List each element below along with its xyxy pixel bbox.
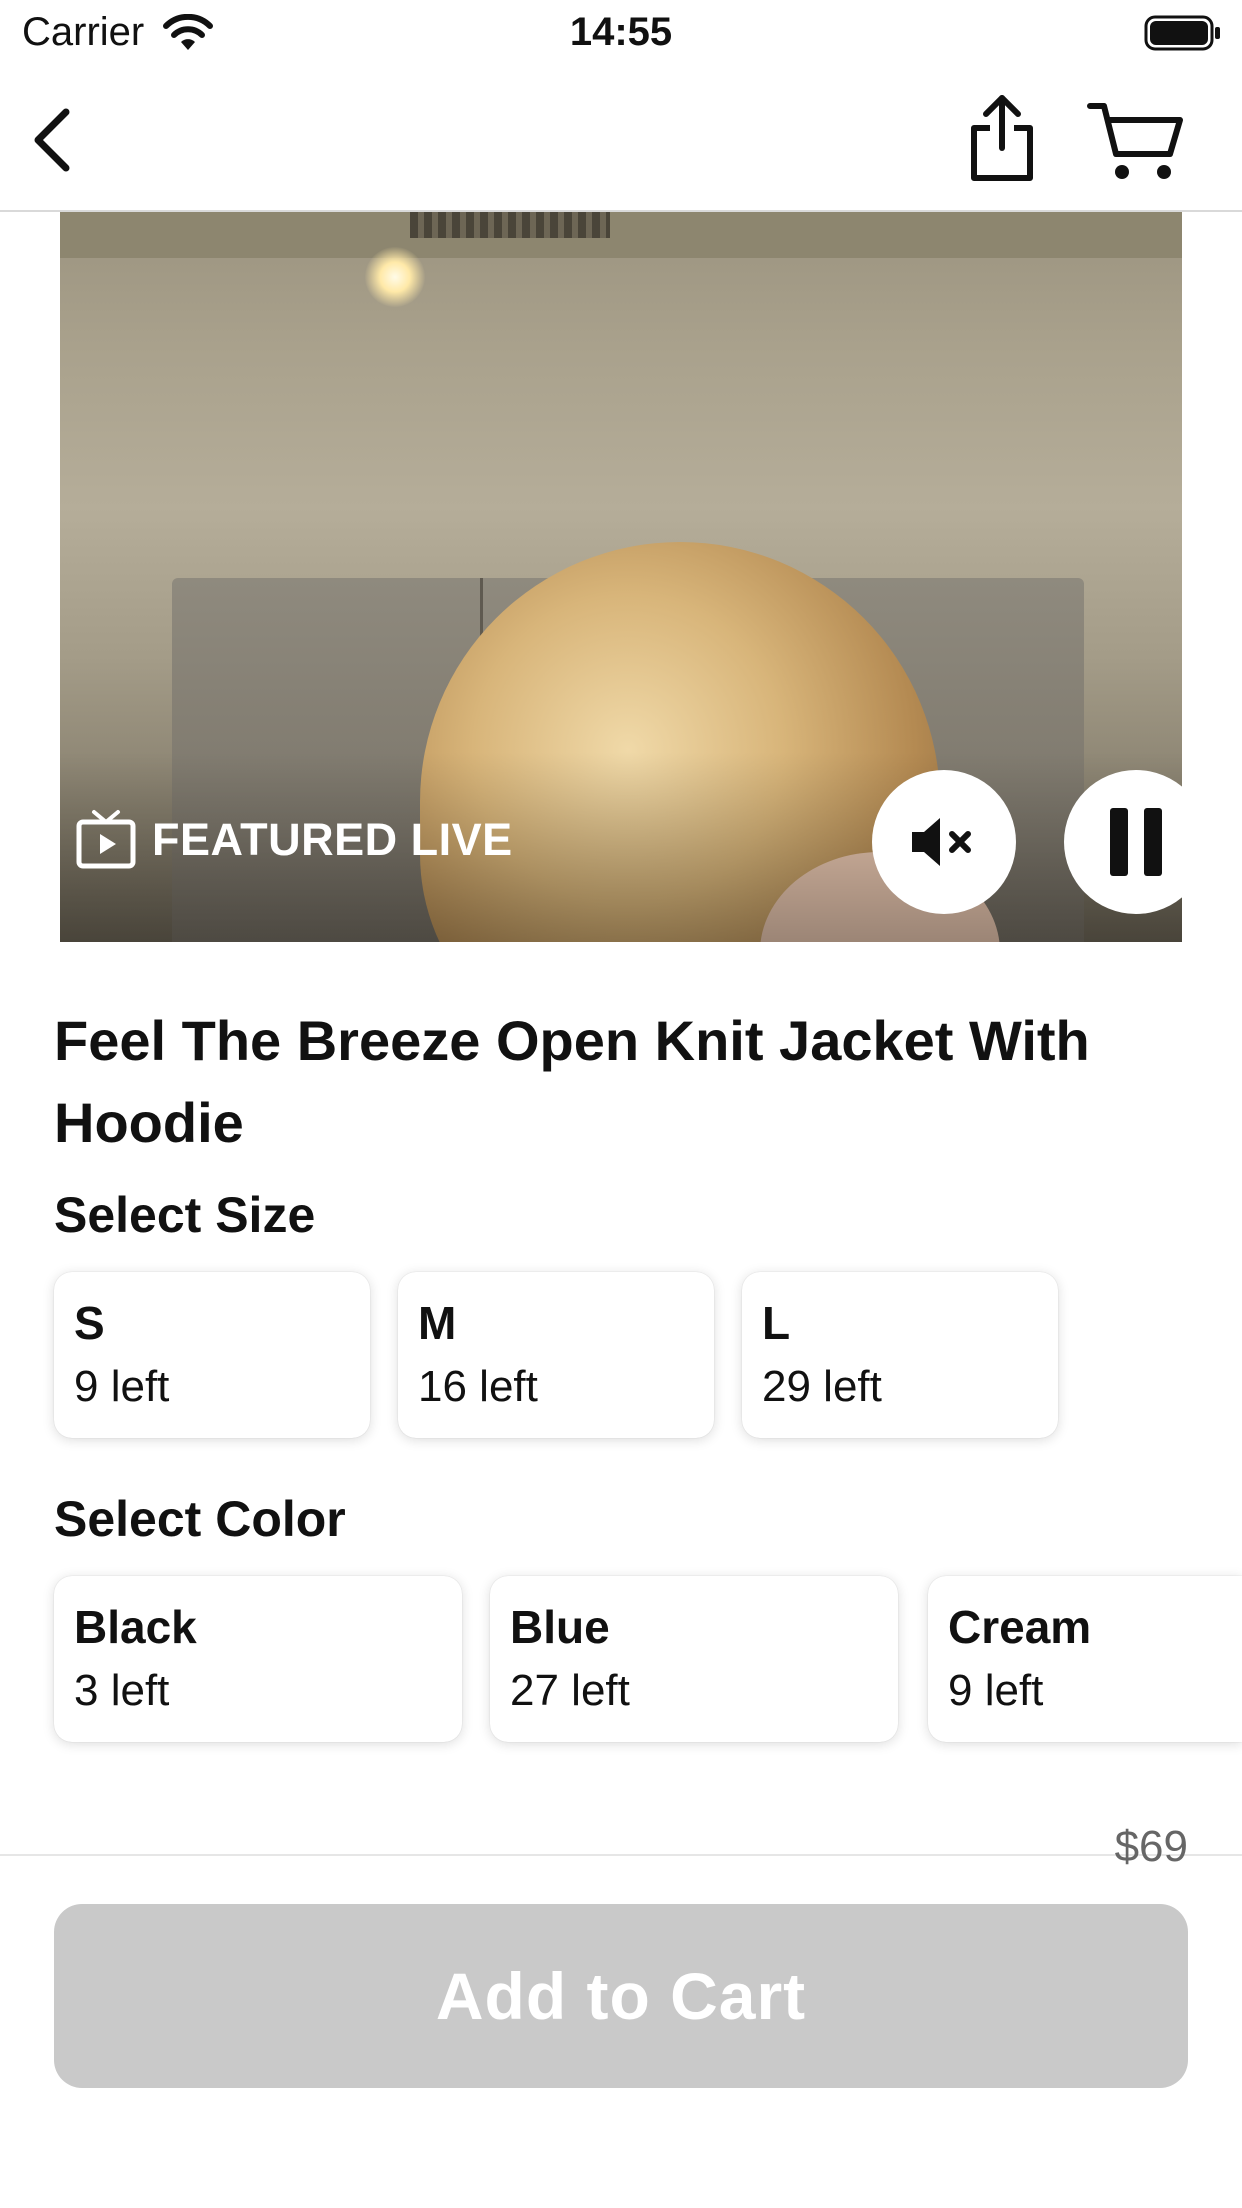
add-to-cart-button[interactable]: Add to Cart: [54, 1904, 1188, 2088]
cart-icon[interactable]: [1086, 96, 1186, 184]
featured-live-badge: FEATURED LIVE: [74, 808, 513, 872]
color-option-stock: 9 left: [948, 1666, 1044, 1715]
color-option-name: Cream: [948, 1601, 1092, 1653]
featured-live-label: FEATURED LIVE: [152, 814, 513, 865]
size-option-name: L: [762, 1297, 791, 1349]
video-scene-vent: [410, 212, 610, 238]
product-price: $69: [1114, 1822, 1188, 1871]
size-option-stock: 16 left: [418, 1362, 538, 1411]
back-chevron-icon[interactable]: [20, 100, 90, 180]
status-bar: Carrier 14:55: [0, 0, 1242, 70]
pause-icon: [1110, 808, 1162, 876]
color-option-black[interactable]: Black 3 left: [54, 1576, 462, 1742]
mute-button[interactable]: [872, 770, 1016, 914]
select-color-label: Select Color: [54, 1491, 346, 1547]
video-scene-lamp: [365, 247, 425, 307]
color-option-blue[interactable]: Blue 27 left: [490, 1576, 898, 1742]
pause-button[interactable]: [1064, 770, 1208, 914]
status-time: 14:55: [569, 10, 673, 54]
select-size-label: Select Size: [54, 1187, 316, 1243]
video-scene-ceiling: [60, 212, 1182, 258]
size-option-name: M: [418, 1297, 457, 1349]
color-option-name: Blue: [510, 1601, 610, 1653]
size-option-stock: 9 left: [74, 1362, 170, 1411]
footer-divider: [0, 1854, 1242, 1856]
product-title: Feel The Breeze Open Knit Jacket With Ho…: [54, 1009, 1090, 1154]
size-option-stock: 29 left: [762, 1362, 882, 1411]
add-to-cart-label: Add to Cart: [435, 1959, 807, 2033]
mute-icon: [912, 818, 971, 866]
size-option-l[interactable]: L 29 left: [742, 1272, 1058, 1438]
nav-bar: [0, 70, 1242, 212]
share-icon[interactable]: [966, 92, 1038, 184]
battery-icon: [1144, 15, 1220, 51]
size-option-s[interactable]: S 9 left: [54, 1272, 370, 1438]
color-option-stock: 3 left: [74, 1666, 170, 1715]
color-option-stock: 27 left: [510, 1666, 630, 1715]
color-option-cream[interactable]: Cream 9 left: [928, 1576, 1242, 1742]
color-option-name: Black: [74, 1601, 197, 1653]
size-option-m[interactable]: M 16 left: [398, 1272, 714, 1438]
size-option-name: S: [74, 1297, 105, 1349]
tv-play-icon: [76, 810, 136, 869]
